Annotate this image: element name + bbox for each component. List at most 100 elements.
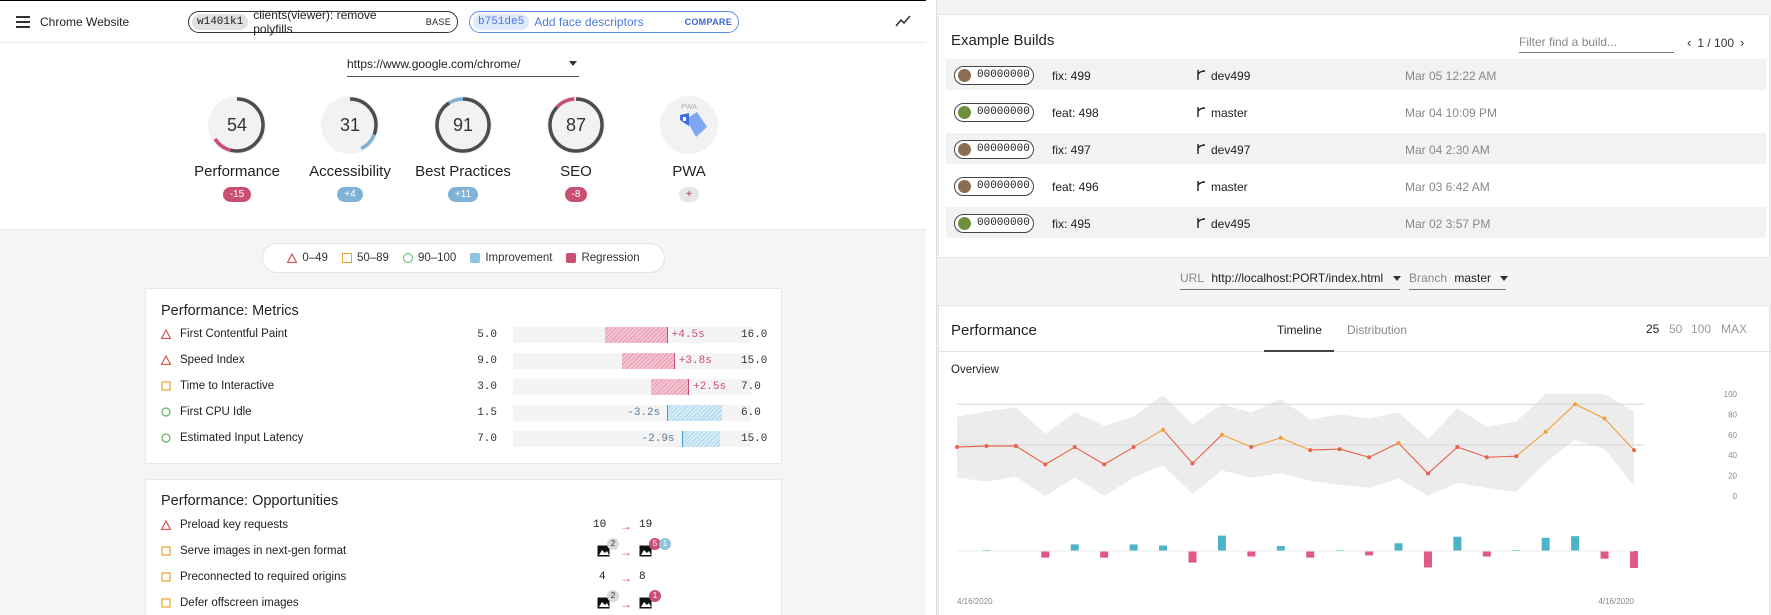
delta-bar[interactable] — [1630, 551, 1638, 569]
branch-filter-select[interactable]: Branch master — [1409, 268, 1509, 290]
score-point[interactable] — [1484, 455, 1489, 460]
score-point[interactable] — [984, 444, 989, 449]
score-point[interactable] — [1573, 402, 1578, 407]
url-filter-select[interactable]: URL http://localhost:PORT/index.html — [1180, 268, 1401, 290]
delta-bar[interactable] — [1541, 537, 1550, 551]
build-hash-pill[interactable]: 00000000 — [954, 214, 1034, 233]
gauge-accessibility[interactable]: 31 Accessibility +4 — [290, 93, 410, 202]
delta-bar[interactable] — [1394, 543, 1403, 551]
score-point[interactable] — [1131, 445, 1136, 450]
delta-bar[interactable] — [1041, 551, 1050, 558]
build-row[interactable]: 00000000 feat: 496 master Mar 03 6:42 AM — [946, 169, 1766, 201]
delta-bar[interactable] — [1070, 544, 1079, 551]
build-row[interactable]: 00000000 fix: 499 dev499 Mar 05 12:22 AM — [946, 58, 1766, 90]
score-point[interactable] — [1219, 432, 1224, 437]
score-point[interactable] — [1161, 427, 1166, 432]
url-filter-label: URL — [1180, 271, 1205, 285]
build-hash-pill[interactable]: 00000000 — [954, 66, 1034, 85]
build-filter-input[interactable]: Filter find a build... — [1519, 33, 1674, 53]
build-hash-pill[interactable]: 00000000 — [954, 103, 1034, 122]
range-25[interactable]: 25 — [1646, 322, 1659, 336]
range-100[interactable]: 100 — [1691, 322, 1711, 336]
build-row[interactable]: 00000000 fix: 495 dev495 Mar 02 3:57 PM — [946, 206, 1766, 238]
score-point[interactable] — [1514, 454, 1519, 459]
menu-icon[interactable] — [16, 16, 30, 28]
score-point[interactable] — [1455, 445, 1460, 450]
opportunity-row[interactable]: Defer offscreen images 2 → 1 — [161, 590, 771, 614]
score-point[interactable] — [1249, 445, 1254, 450]
compare-commit-pill[interactable]: b751de5 Add face descriptors COMPARE — [469, 11, 739, 33]
score-point[interactable] — [1043, 462, 1048, 467]
build-row[interactable]: 00000000 fix: 497 dev497 Mar 04 2:30 AM — [946, 132, 1766, 164]
score-point[interactable] — [1602, 416, 1607, 421]
tab-distribution[interactable]: Distribution — [1347, 323, 1407, 337]
delta-bar[interactable] — [1159, 545, 1168, 552]
score-point[interactable] — [1102, 462, 1107, 467]
delta-bar[interactable] — [1188, 551, 1197, 563]
score-point[interactable] — [1367, 455, 1372, 460]
tab-timeline[interactable]: Timeline — [1277, 323, 1322, 337]
build-branch: dev497 — [1211, 143, 1251, 157]
metric-row[interactable]: Time to Interactive 3.0 +2.5s 7.0 — [161, 377, 771, 397]
builds-title: Example Builds — [951, 32, 1055, 49]
score-point[interactable] — [1396, 440, 1401, 445]
opportunity-to-value: 19 — [639, 519, 653, 531]
chevron-down-icon — [1500, 276, 1509, 282]
score-point[interactable] — [1337, 447, 1342, 452]
delta-bar[interactable] — [1276, 546, 1285, 551]
metric-row[interactable]: First CPU Idle 1.5 -3.2s 6.0 — [161, 403, 771, 423]
gauge-performance[interactable]: 54 Performance -15 — [177, 93, 297, 202]
score-point[interactable] — [1308, 448, 1313, 453]
metric-name: Speed Index — [180, 354, 245, 366]
delta-bar[interactable] — [1217, 535, 1226, 551]
gauge-ring: 91 — [434, 96, 492, 154]
gauge-ring: PWA — [660, 96, 718, 154]
delta-bar[interactable] — [1100, 551, 1109, 558]
gauge-best-practices[interactable]: 91 Best Practices +11 — [403, 93, 523, 202]
legend-average-label: 50–89 — [356, 252, 389, 264]
delta-bar[interactable] — [1571, 536, 1580, 551]
performance-history-card: Performance Timeline Distribution 25 50 … — [938, 305, 1771, 615]
url-select[interactable]: https://www.google.com/chrome/ — [347, 55, 579, 77]
base-tag: BASE — [425, 17, 451, 27]
base-commit-pill[interactable]: w1401k1 clients(viewer): remove polyfill… — [188, 8, 458, 36]
score-point[interactable] — [1425, 471, 1430, 476]
score-point[interactable] — [1632, 448, 1636, 453]
metric-row[interactable]: Estimated Input Latency 7.0 -2.9s 15.0 — [161, 429, 771, 449]
delta-bar[interactable] — [1423, 551, 1432, 568]
build-hash-pill[interactable]: 00000000 — [954, 177, 1034, 196]
opportunity-row[interactable]: Preconnected to required origins 4 → 8 — [161, 568, 771, 588]
delta-bar[interactable] — [1600, 551, 1609, 559]
build-hash-pill[interactable]: 00000000 — [954, 140, 1034, 159]
score-point[interactable] — [1190, 461, 1195, 466]
delta-bar[interactable] — [1129, 544, 1138, 551]
opportunity-row[interactable]: Serve images in next-gen format 2 → 5 1 — [161, 538, 771, 562]
build-row[interactable]: 00000000 feat: 498 master Mar 04 10:09 PM — [946, 95, 1766, 127]
chevron-right-icon[interactable]: › — [1740, 35, 1744, 50]
trend-icon[interactable] — [895, 15, 911, 27]
metric-row[interactable]: Speed Index 9.0 +3.8s 15.0 — [161, 351, 771, 371]
score-point[interactable] — [955, 445, 959, 450]
range-max[interactable]: MAX — [1721, 322, 1747, 336]
delta-bar[interactable] — [1482, 551, 1491, 557]
score-point[interactable] — [1013, 444, 1018, 449]
chevron-left-icon[interactable]: ‹ — [1687, 35, 1691, 50]
triangle-icon — [161, 329, 171, 339]
delta-bar[interactable] — [1247, 551, 1256, 557]
delta-bar[interactable] — [1365, 551, 1374, 556]
metric-row[interactable]: First Contentful Paint 5.0 +4.5s 16.0 — [161, 325, 771, 345]
score-point[interactable] — [1278, 435, 1283, 440]
metric-delta-label: +3.8s — [678, 355, 712, 367]
chevron-down-icon — [569, 61, 577, 66]
gauge-seo[interactable]: 87 SEO -8 — [516, 93, 636, 202]
score-point[interactable] — [1543, 429, 1548, 434]
y-tick-label: 60 — [1728, 431, 1737, 440]
opportunity-row[interactable]: Preload key requests 10 → 19 — [161, 516, 771, 536]
score-point[interactable] — [1072, 445, 1077, 450]
delta-bar[interactable] — [1306, 551, 1315, 558]
opportunity-name: Defer offscreen images — [180, 597, 299, 609]
gauge-pwa[interactable]: PWA PWA + — [629, 93, 749, 202]
range-50[interactable]: 50 — [1669, 322, 1682, 336]
pane-divider — [926, 0, 936, 615]
delta-bar[interactable] — [1453, 536, 1462, 551]
